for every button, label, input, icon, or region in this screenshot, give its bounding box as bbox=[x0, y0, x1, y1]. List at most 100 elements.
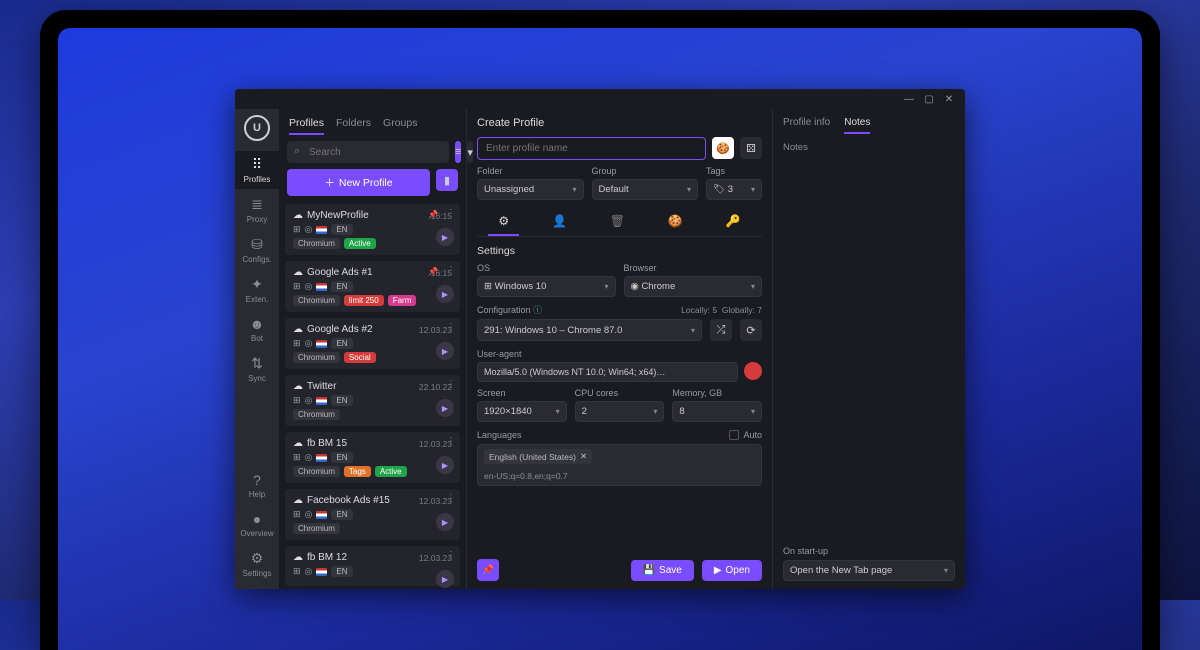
profile-more-button[interactable]: ⋮ bbox=[446, 493, 456, 504]
flag-icon bbox=[316, 283, 327, 291]
tab-cookies[interactable]: 🍪 bbox=[658, 208, 693, 236]
save-button[interactable]: 💾Save bbox=[631, 560, 694, 581]
profile-tag: Chromium bbox=[293, 523, 340, 534]
profile-tag: Chromium bbox=[293, 238, 340, 249]
new-profile-button[interactable]: ＋New Profile bbox=[287, 169, 430, 196]
profile-list-panel: Profiles Folders Groups ⌕ ≡ ▾ ＋New Profi… bbox=[279, 109, 467, 589]
profile-item[interactable]: ☁ Google Ads #212.03.23 ⋮ ⊞◎EN ChromiumS… bbox=[285, 318, 460, 369]
languages-input[interactable]: English (United States) ✕ en-US;q=0.8,en… bbox=[477, 444, 762, 486]
profile-tag: Social bbox=[344, 352, 376, 363]
notes-area[interactable]: Notes bbox=[783, 142, 955, 546]
profile-item[interactable]: ☁ fb BM 1512.03.23 ⋮ ⊞◎EN ChromiumTagsAc… bbox=[285, 432, 460, 483]
memory-select[interactable]: 8▾ bbox=[672, 401, 762, 422]
side-panel: Profile info Notes Notes On start-up Ope… bbox=[773, 109, 965, 589]
user-agent-input[interactable]: Mozilla/5.0 (Windows NT 10.0; Win64; x64… bbox=[477, 362, 738, 382]
profile-list[interactable]: ☁ MyNewProfile16:15 📌 ⋮ ⊞◎EN ChromiumAct… bbox=[279, 204, 466, 589]
tab-profile-info[interactable]: Profile info bbox=[783, 117, 830, 134]
tab-advanced[interactable]: 🔑 bbox=[716, 208, 751, 236]
auto-language-checkbox[interactable] bbox=[729, 430, 739, 440]
tab-notes[interactable]: Notes bbox=[844, 117, 870, 134]
profile-run-button[interactable]: ▶ bbox=[436, 342, 454, 360]
open-button[interactable]: ▶Open bbox=[702, 560, 762, 581]
random-button[interactable]: ⚄ bbox=[740, 137, 762, 159]
tab-accounts[interactable]: 👤 bbox=[542, 208, 577, 236]
profile-more-button[interactable]: ⋮ bbox=[446, 550, 456, 561]
windows-icon: ⊞ bbox=[293, 338, 301, 349]
profile-more-button[interactable]: ⋮ bbox=[446, 208, 456, 219]
windows-icon: ⊞ bbox=[293, 566, 301, 577]
folder-select[interactable]: Unassigned▾ bbox=[477, 179, 584, 200]
nav-overview[interactable]: ●Overview bbox=[235, 506, 279, 543]
flag-icon bbox=[316, 397, 327, 405]
profile-run-button[interactable]: ▶ bbox=[436, 228, 454, 246]
window-maximize-button[interactable]: ▢ bbox=[919, 94, 939, 105]
os-select[interactable]: ⊞ Windows 10▾ bbox=[477, 276, 616, 297]
nav-proxy[interactable]: ≣Proxy bbox=[235, 191, 279, 229]
group-select[interactable]: Default▾ bbox=[592, 179, 699, 200]
tab-main-settings[interactable]: ⚙ bbox=[488, 208, 519, 236]
nav-bot[interactable]: ☻Bot bbox=[235, 311, 279, 348]
windows-icon: ⊞ bbox=[293, 395, 301, 406]
tab-folders[interactable]: Folders bbox=[336, 117, 371, 135]
sync-icon: ⇅ bbox=[251, 355, 263, 372]
profile-item[interactable]: ☁ Facebook Ads #1512.03.23 ⋮ ⊞◎EN Chromi… bbox=[285, 489, 460, 540]
profile-run-button[interactable]: ▶ bbox=[436, 456, 454, 474]
chrome-icon: ◎ bbox=[305, 395, 313, 406]
profile-item[interactable]: ☁ Google Ads #116:15 📌 ⋮ ⊞◎EN Chromiumli… bbox=[285, 261, 460, 312]
tab-storage[interactable]: 🗑 bbox=[600, 208, 635, 236]
profile-run-button[interactable]: ▶ bbox=[436, 285, 454, 303]
flag-icon bbox=[316, 226, 327, 234]
cloud-icon: ☁ bbox=[293, 267, 303, 278]
profile-more-button[interactable]: ⋮ bbox=[446, 436, 456, 447]
search-input[interactable] bbox=[287, 141, 449, 163]
shuffle-config-button[interactable]: ⤮ bbox=[710, 319, 732, 341]
search-icon: ⌕ bbox=[294, 145, 300, 158]
profile-item[interactable]: ☁ MyNewProfile16:15 📌 ⋮ ⊞◎EN ChromiumAct… bbox=[285, 204, 460, 255]
profile-run-button[interactable]: ▶ bbox=[436, 513, 454, 531]
browser-select[interactable]: ◉ Chrome▾ bbox=[624, 276, 763, 297]
sort-button[interactable]: ≡ bbox=[455, 141, 461, 163]
profile-name-input[interactable] bbox=[477, 137, 706, 160]
settings-heading: Settings bbox=[477, 245, 762, 257]
cloud-icon: ☁ bbox=[293, 324, 303, 335]
nav-configs[interactable]: ⛁Configs. bbox=[235, 231, 279, 269]
nav-sync[interactable]: ⇅Sync bbox=[235, 350, 279, 388]
pin-button[interactable]: 📌 bbox=[477, 559, 499, 581]
profile-item[interactable]: ☁ Twitter22.10.22 ⋮ ⊞◎EN Chromium ▶ bbox=[285, 375, 460, 426]
app-logo: U bbox=[244, 115, 270, 141]
nav-profiles[interactable]: ⠿Profiles bbox=[235, 151, 279, 189]
remove-lang-icon[interactable]: ✕ bbox=[580, 451, 587, 462]
tags-select[interactable]: 🏷 3▾ bbox=[706, 179, 762, 200]
windows-icon: ⊞ bbox=[293, 509, 301, 520]
cookie-import-button[interactable]: 🍪 bbox=[712, 137, 734, 159]
profile-more-button[interactable]: ⋮ bbox=[446, 322, 456, 333]
tab-groups[interactable]: Groups bbox=[383, 117, 417, 135]
window-minimize-button[interactable]: — bbox=[899, 94, 919, 105]
nav-settings[interactable]: ⚙Settings bbox=[235, 545, 279, 583]
key-icon: 🔑 bbox=[726, 214, 741, 228]
new-profile-menu-button[interactable]: ▮ bbox=[436, 169, 458, 191]
refresh-config-button[interactable]: ⟳ bbox=[740, 319, 762, 341]
profile-tag: Chromium bbox=[293, 295, 340, 306]
profile-run-button[interactable]: ▶ bbox=[436, 399, 454, 417]
tab-profiles[interactable]: Profiles bbox=[289, 117, 324, 135]
profile-tag: Chromium bbox=[293, 466, 340, 477]
screen-select[interactable]: 1920×1840▾ bbox=[477, 401, 567, 422]
startup-select[interactable]: Open the New Tab page▾ bbox=[783, 560, 955, 581]
configuration-select[interactable]: 291: Windows 10 – Chrome 87.0▾ bbox=[477, 319, 702, 341]
profile-run-button[interactable]: ▶ bbox=[436, 570, 454, 588]
nav-help[interactable]: ?Help bbox=[235, 467, 279, 504]
profile-more-button[interactable]: ⋮ bbox=[446, 379, 456, 390]
cpu-select[interactable]: 2▾ bbox=[575, 401, 665, 422]
filter-button[interactable]: ▾ bbox=[467, 141, 473, 163]
window-close-button[interactable]: ✕ bbox=[939, 94, 959, 105]
lang-badge: EN bbox=[331, 452, 352, 463]
nav-extensions[interactable]: ✦Exten. bbox=[235, 271, 279, 309]
profile-more-button[interactable]: ⋮ bbox=[446, 265, 456, 276]
window-titlebar: — ▢ ✕ bbox=[235, 89, 965, 109]
lang-badge: EN bbox=[331, 509, 352, 520]
ua-warn-button[interactable] bbox=[744, 362, 762, 380]
cloud-icon: ☁ bbox=[293, 381, 303, 392]
profile-item[interactable]: ☁ fb BM 1212.03.23 ⋮ ⊞◎EN ▶ bbox=[285, 546, 460, 586]
app-window: — ▢ ✕ U ⠿Profiles ≣Proxy ⛁Configs. ✦Exte… bbox=[235, 89, 965, 589]
